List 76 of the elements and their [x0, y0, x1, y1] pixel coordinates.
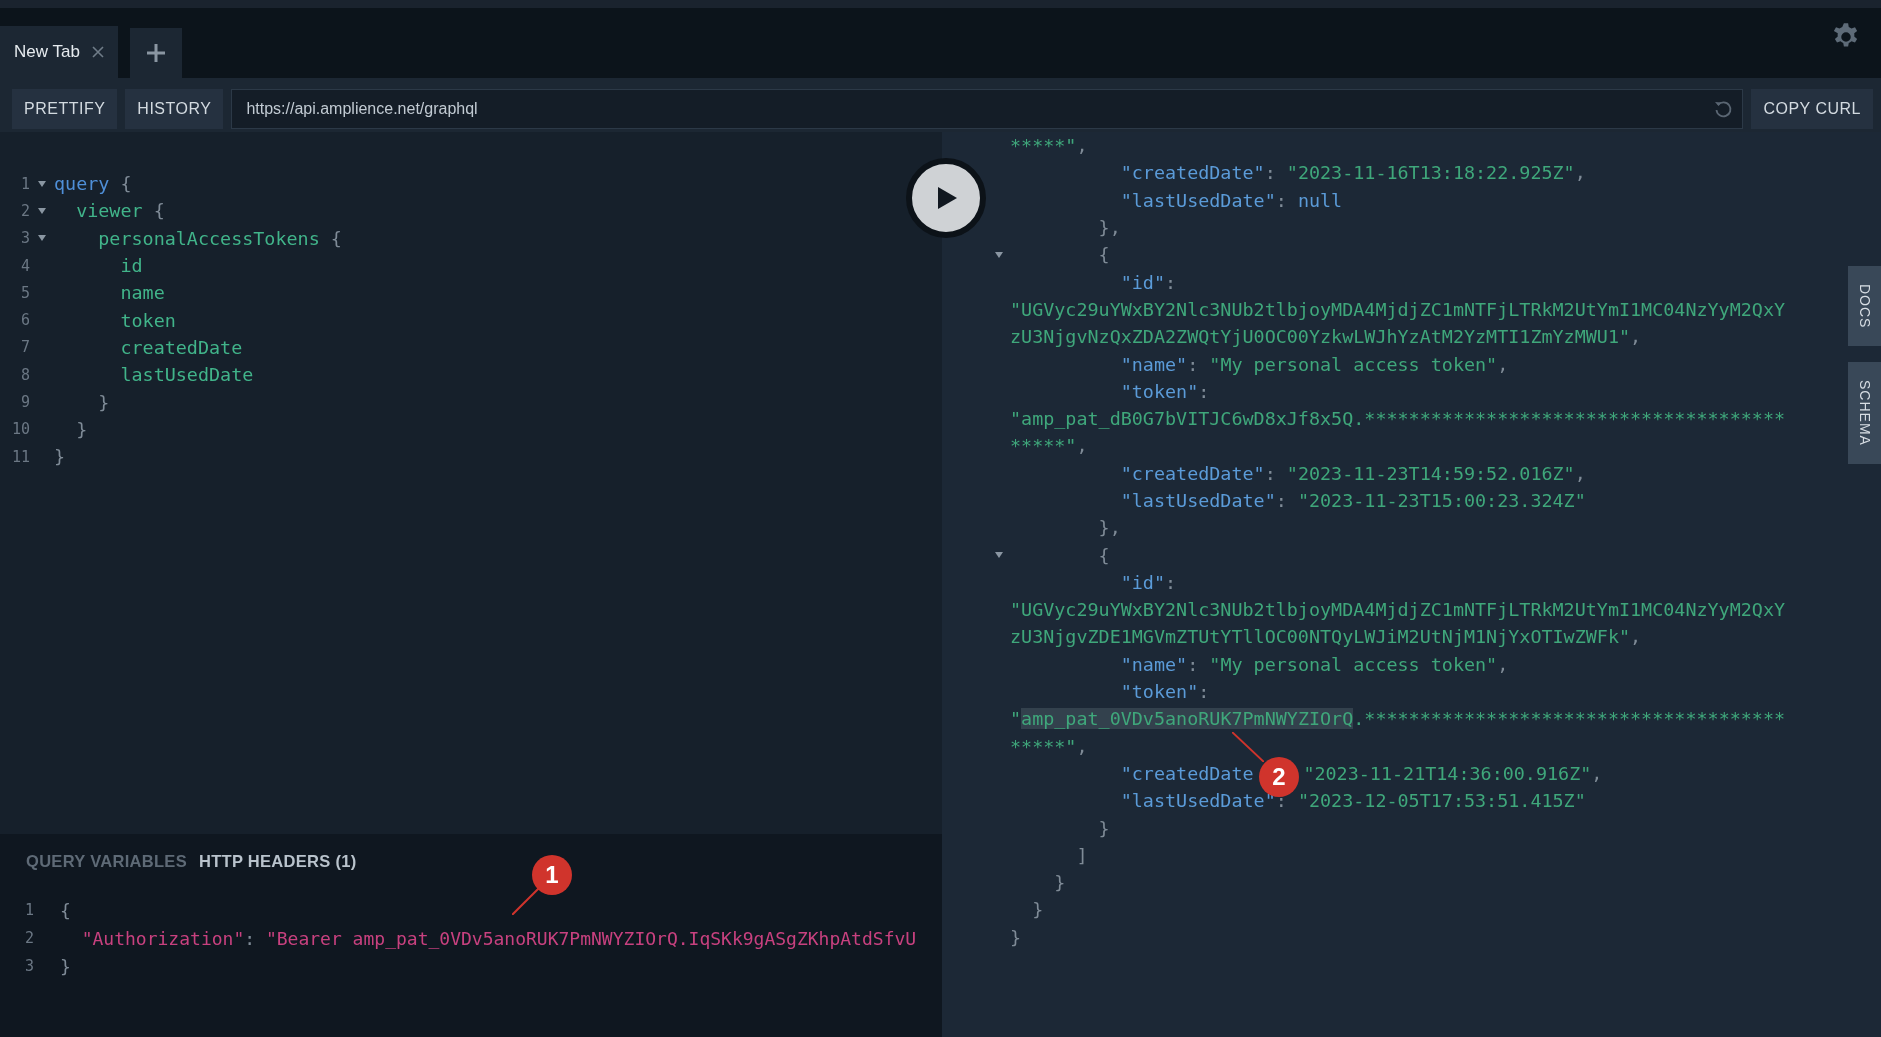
code-line: "lastUsedDate": "2023-11-23T15:00:23.324Z" [1120, 490, 1586, 511]
code-line: lastUsedDate [120, 364, 254, 386]
code-line: "createdDate": "2023-11-23T14:59:52.016Z", [1120, 462, 1586, 484]
code-line: "name": "My personal access token", [1120, 353, 1509, 375]
code-line: ] [1076, 844, 1088, 866]
line-number: 1 [23, 901, 35, 919]
code-line: { [60, 899, 71, 921]
copy-curl-button[interactable]: COPY CURL [1751, 89, 1873, 129]
line-number: 3 [23, 957, 35, 975]
code-line: { [1098, 244, 1110, 266]
side-tab[interactable]: SCHEMA [1848, 362, 1881, 465]
code-line: } [1010, 926, 1022, 948]
tab[interactable]: New Tab [0, 26, 118, 78]
toolbar-button[interactable]: HISTORY [125, 89, 224, 129]
fold-arrow-icon[interactable] [995, 551, 1003, 560]
line-number: 5 [19, 283, 30, 302]
code-line: "createdDate [1120, 762, 1254, 784]
code-line: id [120, 255, 143, 277]
toolbar-button[interactable]: PRETTIFY [12, 89, 118, 129]
line-number: 6 [19, 311, 30, 330]
line-number: 7 [19, 338, 30, 357]
code-line: *****", [1010, 735, 1088, 757]
code-line: name [120, 282, 165, 304]
plus-icon [144, 42, 167, 64]
code-line: query { [54, 173, 132, 195]
code-line: } [1032, 899, 1044, 921]
code-line: "2023-11-21T14:36:00.916Z", [1303, 762, 1603, 784]
code-line: token [120, 309, 176, 331]
code-line: viewer { [76, 200, 165, 222]
code-line: } [1054, 872, 1066, 894]
code-line: } [98, 391, 110, 413]
fold-arrow-icon[interactable] [995, 250, 1003, 259]
close-icon[interactable] [91, 46, 104, 58]
code-line: "token": [1120, 380, 1210, 402]
code-line: *****", [1010, 435, 1088, 457]
code-line: createdDate [120, 336, 243, 358]
code-line: } [54, 446, 66, 468]
fold-arrow-icon[interactable] [38, 206, 46, 215]
code-line: "name": "My personal access token", [1120, 653, 1509, 675]
code-line: "token": [1120, 681, 1210, 703]
line-number: 3 [19, 229, 30, 248]
leader-line [1232, 732, 1264, 762]
line-number: 1 [19, 174, 30, 193]
line-number: 2 [23, 929, 35, 947]
code-line: { [1098, 544, 1110, 566]
line-number: 8 [19, 365, 30, 384]
code-line: "UGVyc29uYWxBY2Nlc3NUb2tlbjoyMDA4MjdjZC1mNTFjLTRkM2UtYmI1MC04NzYyM2QxY [1010, 298, 1786, 320]
code-line: "id": [1120, 271, 1177, 293]
code-line: } [1098, 817, 1110, 839]
fold-arrow-icon[interactable] [38, 179, 46, 188]
fold-arrow-icon[interactable] [38, 234, 46, 243]
code-line: zU3NjgvNzQxZDA2ZWQtYjU0OC00YzkwLWJhYzAtM2YzMTI1ZmYzMWU1", [1010, 326, 1642, 348]
code-line: "id": [1120, 571, 1177, 593]
panel-tab[interactable]: HTTP HEADERS (1) [198, 852, 357, 892]
code-line: "amp_pat_0VDv5anoRUK7PmNWYZIOrQ.************************************** [1010, 708, 1786, 730]
code-line: } [60, 955, 71, 977]
url-field[interactable]: https://api.amplience.net/graphql [231, 89, 1744, 129]
line-number: 4 [19, 256, 30, 275]
side-tab[interactable]: DOCS [1848, 266, 1881, 347]
code-line: } [76, 418, 88, 440]
code-line: zU3NjgvZDE1MGVmZTUtYTllOC00NTQyLWJiM2UtNjM1NjYxOTIwZWFk", [1010, 626, 1642, 648]
code-line: *****", [1010, 135, 1088, 157]
line-number: 2 [19, 201, 30, 220]
line-number: 11 [10, 447, 30, 466]
code-line: }, [1098, 217, 1121, 239]
new-tab-button[interactable] [129, 28, 182, 78]
line-number: 10 [10, 420, 30, 439]
code-line: "amp_pat_dB0G7bVITJC6wD8xJf8x5Q.************************************** [1010, 408, 1786, 430]
circular-arrow-icon[interactable] [1713, 99, 1734, 119]
line-number: 9 [19, 393, 30, 411]
code-line: "UGVyc29uYWxBY2Nlc3NUb2tlbjoyMDA4MjdjZC1mNTFjLTRkM2UtYmI1MC04NzYyM2QxY [1010, 599, 1786, 621]
code-line: "createdDate": "2023-11-16T13:18:22.925Z", [1120, 162, 1586, 184]
code-line: personalAccessTokens { [98, 227, 342, 249]
code-line: }, [1098, 517, 1121, 539]
code-line: "lastUsedDate": null [1120, 189, 1343, 211]
code-line: "Authorization": "Bearer amp_pat_0VDv5anoRUK7PmNWYZIOrQ.IqSKk9gASgZKhpAtdSfvU [81, 927, 917, 949]
